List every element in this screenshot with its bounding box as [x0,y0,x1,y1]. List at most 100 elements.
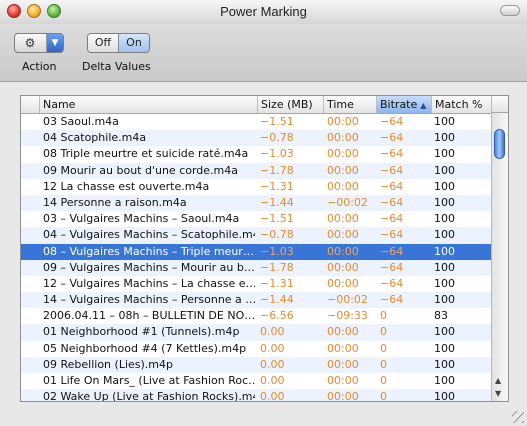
table-row[interactable]: ✓05 Neighborhood #4 (7 Kettles).m4p0.000… [21,341,491,357]
column-header-match[interactable]: Match % [432,96,491,113]
size-delta: 0.00 [260,341,285,355]
time-delta: 00:00 [327,341,359,355]
window-title: Power Marking [220,4,307,19]
time-delta: 00:00 [327,212,359,226]
size-delta: 0.00 [260,390,285,402]
table-row[interactable]: ✓08 Triple meurtre et suicide raté.m4a−1… [21,146,491,162]
table-row[interactable]: 08 – Vulgaires Machins – Triple meur… −1.… [21,243,491,260]
track-name: 01 Life On Mars_ (Live at Fashion Roc… [43,374,255,387]
time-delta: 00:00 [327,131,359,145]
table-row[interactable]: 04 – Vulgaires Machins – Scatophile.m4a −… [21,227,491,244]
column-header-name[interactable]: Name [40,96,258,113]
track-name: 08 Triple meurtre et suicide raté.m4a [43,147,249,161]
time-delta: 00:00 [327,276,359,290]
table-row[interactable]: ✓01 Neighborhood #1 (Tunnels).m4p0.0000:… [21,324,491,341]
table-row[interactable]: ✓04 Scatophile.m4a−0.7800:00−64100 [21,130,491,147]
track-name: 04 – Vulgaires Machins – Scatophile.m4a [43,228,255,242]
track-name: 03 Saoul.m4a [43,115,119,128]
bitrate-delta: −64 [380,276,404,290]
table-row[interactable]: 09 – Vulgaires Machins – Mourir au b… −1.… [21,259,491,276]
table-row[interactable]: 03 – Vulgaires Machins – Saoul.m4a −1.51 0… [21,211,491,227]
scroll-up-arrow-icon[interactable]: ▲ [495,376,501,385]
action-menu-button[interactable]: ⚙ ▼ [14,33,64,53]
bitrate-delta: −64 [380,131,404,145]
size-delta: −1.03 [260,147,294,161]
match-percent: 100 [434,341,455,355]
delta-values-label: Delta Values [82,60,151,73]
scroll-thumb[interactable] [494,129,505,159]
time-delta: −09:33 [327,309,368,323]
bitrate-delta: −64 [380,179,404,193]
size-delta: −1.44 [260,293,294,307]
sort-ascending-icon: ▲ [420,101,427,110]
match-percent: 100 [434,228,455,242]
toolbar: ⚙ ▼ Action Off On Delta Values [0,24,527,82]
size-delta: −0.78 [260,228,294,242]
table-row[interactable]: 12 – Vulgaires Machins – La chasse e… −1.… [21,276,491,292]
bitrate-delta: −64 [380,163,404,177]
bitrate-delta: 0 [380,309,387,323]
bitrate-delta: −64 [380,244,404,258]
bitrate-delta: −64 [380,147,404,161]
size-delta: −1.51 [260,115,294,128]
size-delta: −1.31 [260,179,294,193]
table-body: ✓03 Saoul.m4a−1.5100:00−64100✓04 Scatoph… [21,114,491,402]
column-header-time[interactable]: Time [324,96,377,113]
track-name: 12 La chasse est ouverte.m4a [43,179,210,193]
time-delta: −00:02 [327,195,368,209]
scroll-down-arrow-icon[interactable]: ▼ [495,389,501,398]
table-row[interactable]: ✓09 Rebellion (Lies).m4p0.0000:000100 [21,356,491,373]
bitrate-delta: 0 [380,325,387,339]
track-name: 12 – Vulgaires Machins – La chasse e… [43,276,255,290]
match-percent: 100 [434,195,455,209]
column-header-size[interactable]: Size (MB) [258,96,324,113]
time-delta: 00:00 [327,357,359,371]
resize-grip[interactable] [512,411,524,423]
column-header-bitrate[interactable]: Bitrate ▲ [377,96,432,113]
chevron-down-icon[interactable]: ▼ [47,34,63,52]
title-bar[interactable]: Power Marking [0,0,527,25]
time-delta: 00:00 [327,325,359,339]
gear-icon: ⚙ [24,36,36,50]
track-name: 03 – Vulgaires Machins – Saoul.m4a [43,212,240,226]
bitrate-delta: 0 [380,357,387,371]
table-row[interactable]: 01 Life On Mars_ (Live at Fashion Roc… 0.… [21,373,491,389]
action-label: Action [22,60,57,73]
delta-values-toggle[interactable]: Off On [87,33,150,53]
toolbar-toggle-button[interactable] [500,5,520,16]
table-row[interactable]: ✓2006.04.11 – 08h – BULLETIN DE NO…−6.56… [21,308,491,324]
track-name: 09 – Vulgaires Machins – Mourir au b… [43,260,255,274]
time-delta: 00:00 [327,244,359,258]
match-percent: 100 [434,131,455,145]
table-row[interactable]: ✓03 Saoul.m4a−1.5100:00−64100 [21,114,491,130]
size-delta: 0.00 [260,374,285,387]
time-delta: −00:02 [327,293,368,307]
track-name: 14 Personne a raison.m4a [43,195,187,209]
time-delta: 00:00 [327,260,359,274]
match-percent: 100 [434,293,455,307]
bitrate-delta: −64 [380,212,404,226]
size-delta: −0.78 [260,131,294,145]
track-name: 14 – Vulgaires Machins – Personne a … [43,293,255,307]
match-percent: 100 [434,244,455,258]
table-row[interactable]: 14 – Vulgaires Machins – Personne a … −1.… [21,292,491,309]
track-name: 08 – Vulgaires Machins – Triple meur… [43,244,254,258]
track-name: 02 Wake Up (Live at Fashion Rocks).m4p [43,390,255,402]
toggle-off-option[interactable]: Off [88,34,119,52]
bitrate-delta: −64 [380,195,404,209]
table-row[interactable]: ✓09 Mourir au bout d'une corde.m4a−1.780… [21,162,491,179]
vertical-scrollbar[interactable]: ▲ ▼ [491,113,508,401]
table-row[interactable]: ✓14 Personne a raison.m4a−1.44−00:02−641… [21,194,491,212]
table-header: Name Size (MB) Time Bitrate ▲ Match % [21,96,491,114]
track-name: 09 Mourir au bout d'une corde.m4a [43,163,239,177]
column-header-check[interactable] [21,96,40,113]
table-row[interactable]: 02 Wake Up (Live at Fashion Rocks).m4p 0.… [21,389,491,402]
track-name: 09 Rebellion (Lies).m4p [43,357,173,371]
column-header-bitrate-label: Bitrate [380,98,418,111]
match-percent: 100 [434,179,455,193]
toggle-on-option[interactable]: On [119,34,149,52]
table-row[interactable]: ✓12 La chasse est ouverte.m4a−1.3100:00−… [21,179,491,195]
bitrate-delta: −64 [380,260,404,274]
size-delta: −6.56 [260,309,294,323]
bitrate-delta: 0 [380,341,387,355]
